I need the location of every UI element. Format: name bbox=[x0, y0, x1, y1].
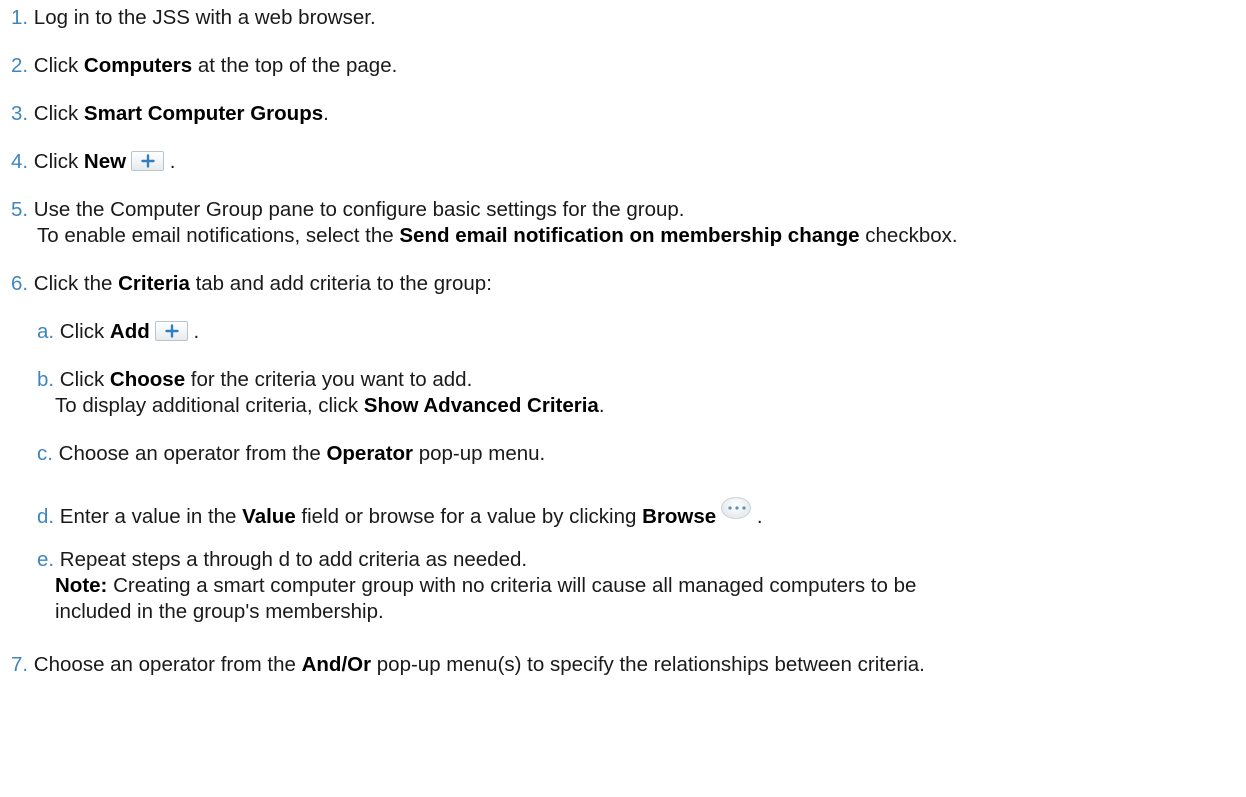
step-2: 2. Click Computers at the top of the pag… bbox=[11, 53, 397, 79]
ui-term-send-email-notification: Send email notification on membership ch… bbox=[399, 224, 860, 247]
step-text: . bbox=[751, 505, 763, 528]
step-6: 6. Click the Criteria tab and add criter… bbox=[11, 271, 492, 297]
step-3: 3. Click Smart Computer Groups. bbox=[11, 101, 329, 127]
substep-letter: d. bbox=[37, 505, 55, 528]
step-text: To display additional criteria, click bbox=[55, 394, 364, 417]
ui-term-smart-computer-groups: Smart Computer Groups bbox=[83, 102, 324, 125]
step-number: 6. bbox=[11, 272, 29, 295]
substep-d: d. Enter a value in the Value field or b… bbox=[37, 497, 763, 530]
substep-letter: b. bbox=[37, 368, 55, 391]
step-text: field or browse for a value by clicking bbox=[295, 505, 643, 528]
note-text: Creating a smart computer group with no … bbox=[107, 574, 917, 597]
plus-icon bbox=[131, 151, 165, 171]
ui-term-criteria: Criteria bbox=[118, 272, 190, 295]
substep-b: b. Click Choose for the criteria you wan… bbox=[37, 367, 472, 393]
ui-term-browse: Browse bbox=[642, 505, 717, 528]
step-text: . bbox=[323, 102, 329, 125]
step-number: 1. bbox=[11, 6, 29, 29]
step-number: 4. bbox=[11, 150, 29, 173]
step-text: checkbox. bbox=[859, 224, 958, 247]
note-label: Note: bbox=[55, 574, 108, 597]
step-text: Log in to the JSS with a web browser. bbox=[28, 6, 376, 29]
ui-term-show-advanced-criteria: Show Advanced Criteria bbox=[363, 394, 599, 417]
step-text: tab and add criteria to the group: bbox=[189, 272, 492, 295]
substep-e: e. Repeat steps a through d to add crite… bbox=[37, 547, 527, 573]
substep-letter: a. bbox=[37, 320, 55, 343]
ui-term-value: Value bbox=[242, 505, 296, 528]
step-text: Choose an operator from the bbox=[52, 442, 327, 465]
ui-term-new: New bbox=[83, 150, 127, 173]
step-number: 7. bbox=[11, 653, 29, 676]
step-text: . bbox=[598, 394, 605, 417]
step-5-detail: To enable email notifications, select th… bbox=[37, 223, 958, 249]
substep-c: c. Choose an operator from the Operator … bbox=[37, 441, 545, 467]
step-text: Click bbox=[28, 102, 84, 125]
step-number: 5. bbox=[11, 198, 29, 221]
step-1: 1. Log in to the JSS with a web browser. bbox=[11, 5, 376, 31]
note: Note: Creating a smart computer group wi… bbox=[55, 573, 916, 599]
step-text: Use the Computer Group pane to configure… bbox=[28, 198, 685, 221]
step-text: Choose an operator from the bbox=[28, 653, 302, 676]
step-text: Repeat steps a through d to add criteria… bbox=[54, 548, 528, 571]
step-text: pop-up menu. bbox=[413, 442, 546, 465]
ui-term-computers: Computers bbox=[83, 54, 193, 77]
ui-term-and-or: And/Or bbox=[301, 653, 372, 676]
step-number: 2. bbox=[11, 54, 29, 77]
substep-b-detail: To display additional criteria, click Sh… bbox=[55, 393, 605, 419]
step-7: 7. Choose an operator from the And/Or po… bbox=[11, 652, 925, 678]
step-number: 3. bbox=[11, 102, 29, 125]
step-5: 5. Use the Computer Group pane to config… bbox=[11, 197, 684, 223]
note-continued: included in the group's membership. bbox=[55, 599, 384, 625]
step-text: . bbox=[164, 150, 176, 173]
step-text: pop-up menu(s) to specify the relationsh… bbox=[371, 653, 925, 676]
ui-term-operator: Operator bbox=[326, 442, 414, 465]
ellipsis-icon bbox=[721, 497, 752, 519]
step-4: 4. Click New . bbox=[11, 149, 175, 175]
step-text: Enter a value in the bbox=[54, 505, 243, 528]
substep-letter: c. bbox=[37, 442, 53, 465]
substep-a: a. Click Add . bbox=[37, 319, 199, 345]
step-text: Click the bbox=[28, 272, 119, 295]
plus-icon bbox=[154, 321, 188, 341]
note-text: included in the group's membership. bbox=[55, 600, 384, 623]
step-text: Click bbox=[28, 150, 84, 173]
substep-letter: e. bbox=[37, 548, 55, 571]
step-text: Click bbox=[54, 320, 110, 343]
step-text: at the top of the page. bbox=[192, 54, 398, 77]
ui-term-add: Add bbox=[109, 320, 150, 343]
step-text: for the criteria you want to add. bbox=[185, 368, 473, 391]
step-text: Click bbox=[54, 368, 110, 391]
ui-term-choose: Choose bbox=[109, 368, 186, 391]
step-text: . bbox=[187, 320, 200, 343]
step-text: To enable email notifications, select th… bbox=[37, 224, 400, 247]
step-text: Click bbox=[28, 54, 84, 77]
